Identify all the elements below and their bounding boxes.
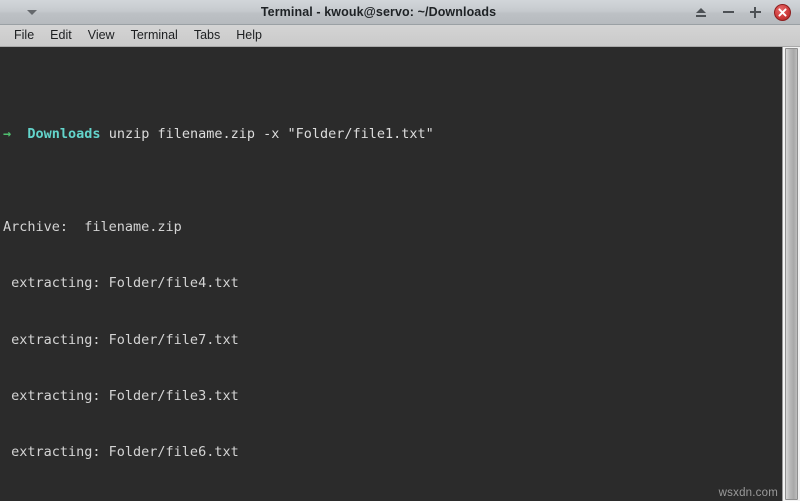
menu-terminal[interactable]: Terminal (123, 26, 186, 45)
menu-help[interactable]: Help (228, 26, 270, 45)
terminal-scrollbar-thumb[interactable] (785, 48, 798, 500)
close-icon (778, 7, 787, 17)
terminal-output-line: extracting: Folder/file3.txt (3, 387, 239, 404)
maximize-button[interactable] (747, 4, 763, 20)
terminal-body: → Downloads unzip filename.zip -x "Folde… (0, 47, 800, 501)
terminal-output-line: Archive: filename.zip (3, 219, 182, 236)
close-button[interactable] (774, 3, 791, 21)
window-menu-button[interactable] (0, 0, 64, 24)
prompt-path: Downloads (27, 125, 101, 142)
window-title: Terminal - kwouk@servo: ~/Downloads (260, 5, 497, 19)
terminal-scrollbar[interactable] (782, 47, 800, 501)
terminal-output-line: extracting: Folder/file7.txt (3, 331, 239, 348)
terminal-output-line: extracting: Folder/file4.txt (3, 275, 239, 292)
terminal-screen[interactable]: → Downloads unzip filename.zip -x "Folde… (0, 47, 782, 501)
menu-view[interactable]: View (80, 26, 123, 45)
shade-window-icon (695, 7, 707, 17)
terminal-command: unzip filename.zip -x "Folder/file1.txt" (108, 125, 434, 142)
menu-file[interactable]: File (6, 26, 42, 45)
maximize-icon (749, 6, 761, 18)
terminal-prompt-line: → Downloads unzip filename.zip -x "Folde… (3, 125, 782, 144)
terminal-output-line: extracting: Folder/file6.txt (3, 443, 239, 460)
window-controls (693, 0, 800, 24)
prompt-arrow-icon: → (3, 125, 12, 142)
menu-edit[interactable]: Edit (42, 26, 80, 45)
terminal-window: Terminal - kwouk@servo: ~/Downloads File… (0, 0, 800, 501)
menu-tabs[interactable]: Tabs (186, 26, 228, 45)
minimize-button[interactable] (720, 4, 736, 20)
title-bar[interactable]: Terminal - kwouk@servo: ~/Downloads (0, 0, 800, 25)
menu-bar: File Edit View Terminal Tabs Help (0, 25, 800, 47)
minimize-icon (722, 11, 734, 13)
shade-window-button[interactable] (693, 4, 709, 20)
chevron-down-icon (27, 9, 37, 15)
